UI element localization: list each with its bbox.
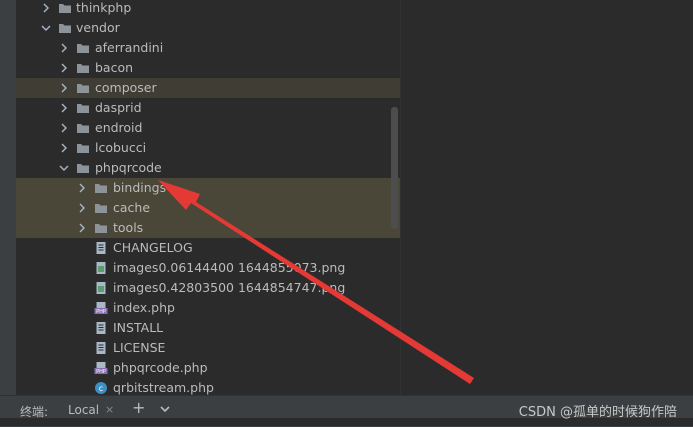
tree-item-label: bacon (95, 60, 134, 75)
svg-text:PHP: PHP (96, 309, 106, 315)
text-file-icon (94, 241, 108, 255)
watermark: CSDN @孤单的时候狗作陪 (518, 405, 677, 420)
folder-icon (76, 61, 90, 75)
tree-item-label: tools (113, 220, 144, 235)
chevron-down-icon[interactable] (58, 162, 70, 174)
php-class-icon: c (94, 381, 108, 395)
tree-item-label: phpqrcode (95, 160, 162, 175)
tab-local-label: Local (68, 403, 100, 417)
tree-item-label: qrbitstream.php (113, 380, 214, 395)
tree-row-thinkphp[interactable]: thinkphp (16, 0, 400, 18)
add-tab-button[interactable]: + (132, 398, 145, 417)
chevron-right-icon[interactable] (58, 42, 70, 54)
folder-icon (94, 201, 108, 215)
tree-row-dasprid[interactable]: dasprid (16, 98, 400, 118)
folder-icon (58, 1, 72, 15)
tree-row-license[interactable]: LICENSE (16, 338, 400, 358)
tree-item-label: images0.42803500 1644854747.png (113, 280, 346, 295)
svg-text:PHP: PHP (96, 369, 106, 375)
folder-icon (76, 141, 90, 155)
folder-icon (94, 221, 108, 235)
tree-row-cache[interactable]: cache (16, 198, 400, 218)
tree-item-label: endroid (95, 120, 143, 135)
folder-icon (76, 81, 90, 95)
chevron-right-icon[interactable] (76, 222, 88, 234)
tree-row-qrbitstream-php[interactable]: c qrbitstream.php (16, 378, 400, 395)
tree-row-phpqrcode[interactable]: phpqrcode (16, 158, 400, 178)
tree-item-label: thinkphp (76, 0, 132, 15)
text-file-icon (94, 341, 108, 355)
folder-icon (76, 101, 90, 115)
folder-icon (94, 181, 108, 195)
tab-local[interactable]: Local × (58, 396, 122, 420)
chevron-down-icon[interactable] (158, 402, 172, 416)
tree-row-endroid[interactable]: endroid (16, 118, 400, 138)
tree-item-label: dasprid (95, 100, 142, 115)
tree-item-label: cache (113, 200, 151, 215)
tree-row-aferrandini[interactable]: aferrandini (16, 38, 400, 58)
tree-row-bindings[interactable]: bindings (16, 178, 400, 198)
image-file-icon (94, 281, 108, 295)
tree-row-install[interactable]: INSTALL (16, 318, 400, 338)
chevron-right-icon[interactable] (40, 2, 52, 14)
chevron-right-icon[interactable] (58, 62, 70, 74)
tree-item-label: vendor (76, 20, 120, 35)
editor-area (400, 0, 693, 395)
tree-item-label: LICENSE (113, 340, 166, 355)
tree-item-label: CHANGELOG (113, 240, 193, 255)
tree-row-tools[interactable]: tools (16, 218, 400, 238)
tree-item-label: composer (95, 80, 157, 95)
tree-item-label: bindings (113, 180, 167, 195)
close-icon[interactable]: × (105, 403, 114, 416)
chevron-right-icon[interactable] (58, 102, 70, 114)
tree-item-label: lcobucci (95, 140, 147, 155)
chevron-right-icon[interactable] (76, 202, 88, 214)
svg-text:c: c (99, 384, 103, 393)
folder-icon (76, 121, 90, 135)
php-file-icon: PHP (94, 301, 108, 315)
tree-row-phpqrcode-php[interactable]: PHP phpqrcode.php (16, 358, 400, 378)
tree-item-label: index.php (113, 300, 175, 315)
chevron-down-icon[interactable] (40, 22, 52, 34)
left-tool-gutter (0, 0, 16, 395)
chevron-right-icon[interactable] (76, 182, 88, 194)
tree-row-composer[interactable]: composer (16, 78, 400, 98)
tree-item-label: INSTALL (113, 320, 164, 335)
tree-row-bacon[interactable]: bacon (16, 58, 400, 78)
folder-icon (76, 41, 90, 55)
text-file-icon (94, 321, 108, 335)
tree-row-index-php[interactable]: PHP index.php (16, 298, 400, 318)
tree-row-vendor[interactable]: vendor (16, 18, 400, 38)
tree-item-label: aferrandini (95, 40, 164, 55)
tree-row-image-1[interactable]: images0.06144400 1644855073.png (16, 258, 400, 278)
folder-icon (58, 21, 72, 35)
tree-item-label: phpqrcode.php (113, 360, 208, 375)
tree-item-label: images0.06144400 1644855073.png (113, 260, 346, 275)
chevron-right-icon[interactable] (58, 122, 70, 134)
chevron-right-icon[interactable] (58, 142, 70, 154)
folder-icon (76, 161, 90, 175)
tree-row-image-2[interactable]: images0.42803500 1644854747.png (16, 278, 400, 298)
project-tree: thinkphp vendor aferrandini bacon compos… (16, 0, 400, 395)
chevron-right-icon[interactable] (58, 82, 70, 94)
tree-row-changelog[interactable]: CHANGELOG (16, 238, 400, 258)
tree-row-lcobucci[interactable]: lcobucci (16, 138, 400, 158)
php-file-icon: PHP (94, 361, 108, 375)
image-file-icon (94, 261, 108, 275)
tree-scrollbar[interactable] (391, 107, 398, 229)
